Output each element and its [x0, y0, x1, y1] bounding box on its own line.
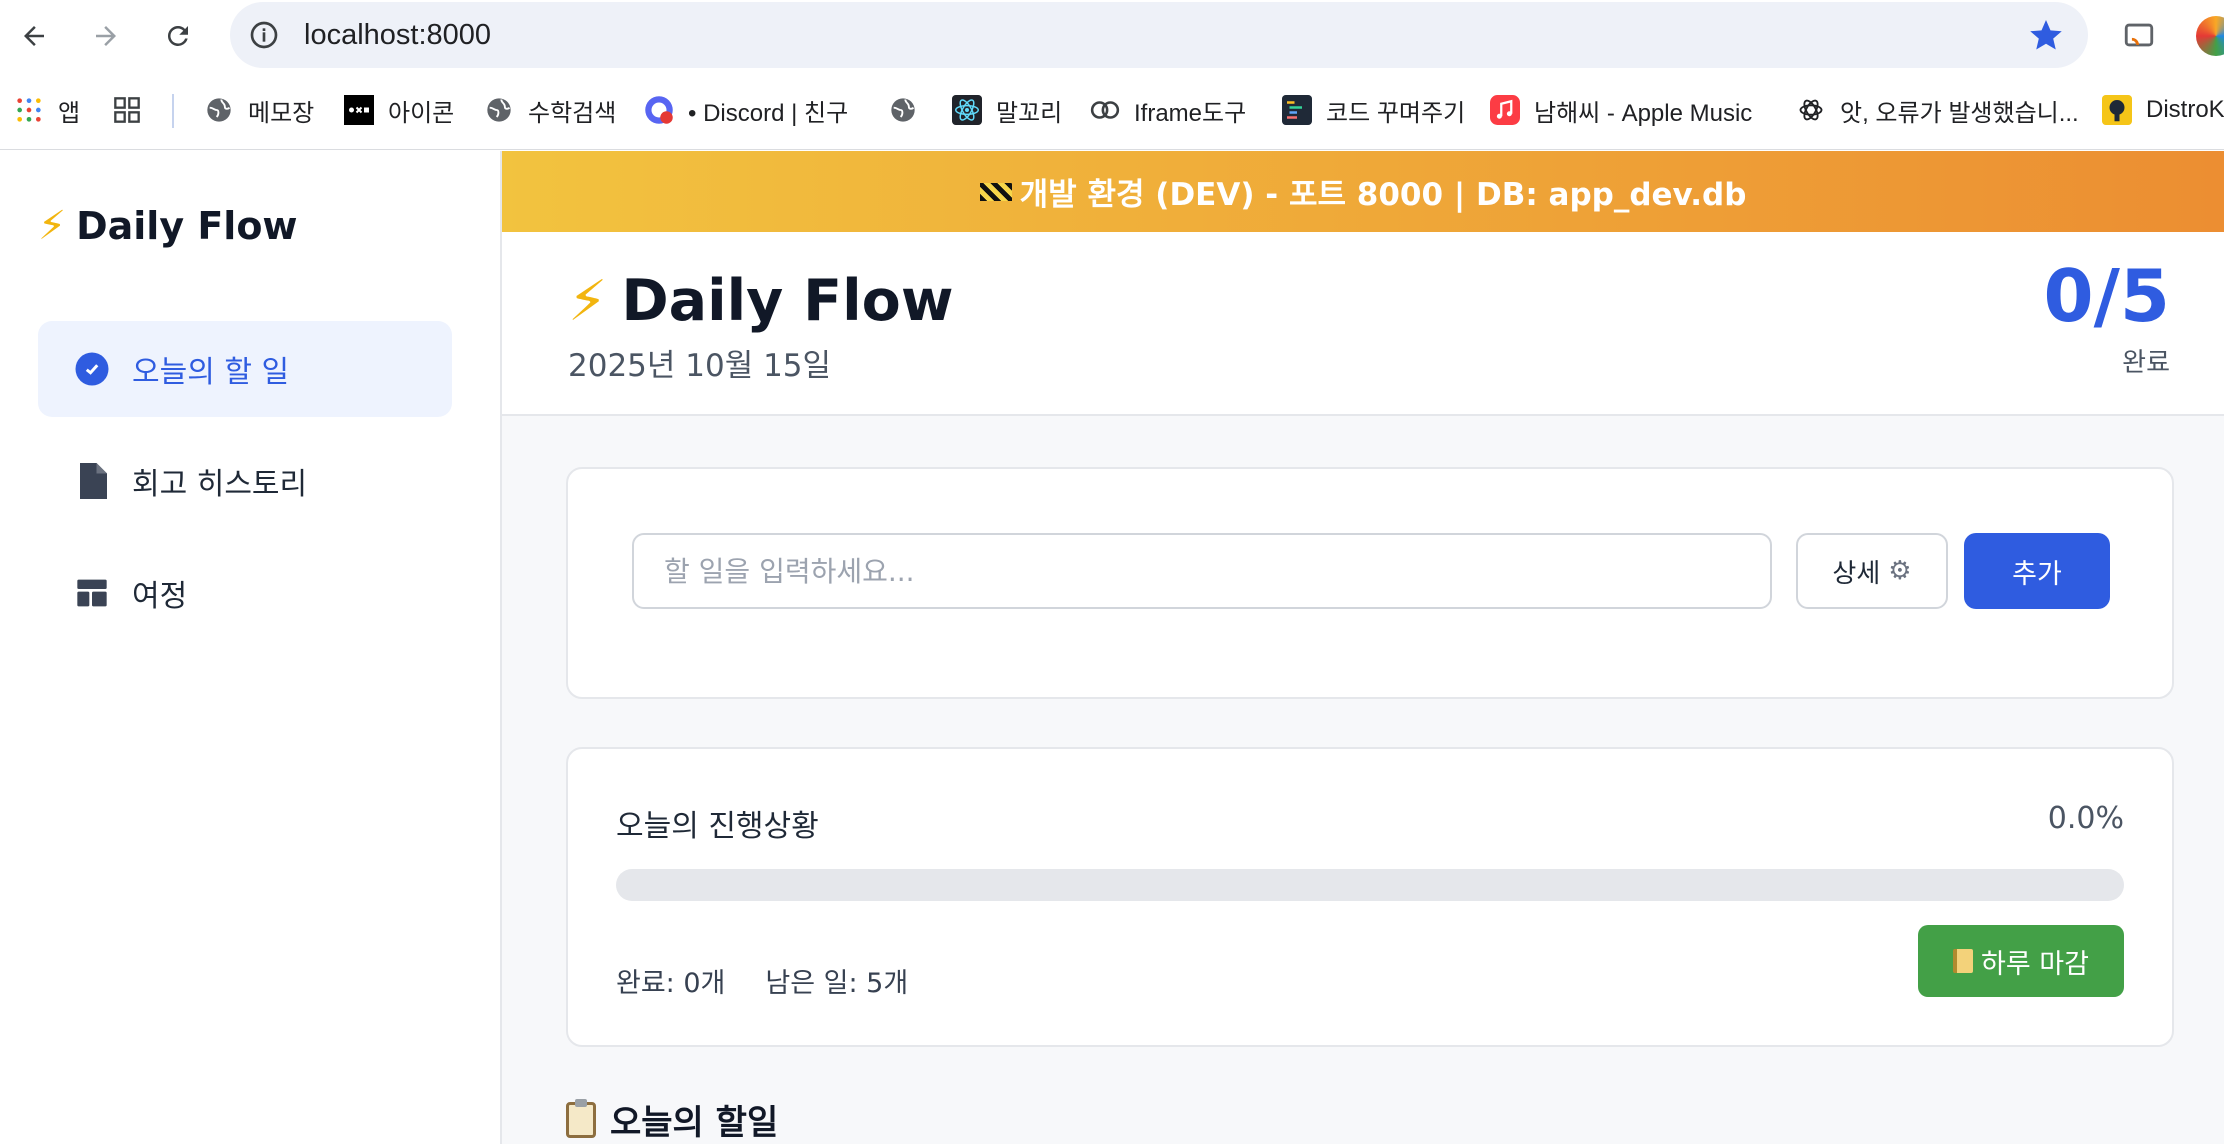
gear-icon: ⚙ — [1888, 556, 1912, 586]
progress-bar — [616, 869, 2124, 901]
layout-icon — [74, 575, 110, 611]
task-input[interactable] — [632, 533, 1772, 609]
bookmark-label: 앱 — [58, 99, 81, 127]
bookmark-apple-music[interactable]: 남해씨 - Apple Music — [1490, 72, 1752, 148]
back-arrow-icon — [24, 26, 44, 46]
tasks-section-title-text: 오늘의 할일 — [610, 1103, 779, 1143]
bookmark-label: 남해씨 - Apple Music — [1534, 99, 1753, 127]
bookmarks-separator — [172, 94, 174, 128]
globe-icon — [888, 95, 918, 125]
lightning-icon: ⚡ — [568, 268, 608, 334]
bookmark-label: 말꼬리 — [996, 99, 1063, 127]
construction-icon — [979, 182, 1012, 201]
brand-logo[interactable]: ⚡ Daily Flow — [38, 203, 298, 249]
bookmark-label: 메모장 — [248, 99, 315, 127]
profile-avatar[interactable] — [2196, 16, 2224, 56]
forward-button[interactable] — [84, 14, 128, 58]
detail-button[interactable]: 상세 ⚙ — [1796, 533, 1948, 609]
bookmark-label: Iframe도구 — [1134, 99, 1247, 127]
lightning-icon: ⚡ — [38, 203, 67, 249]
bookmark-label: • Discord | 친구 — [688, 99, 849, 127]
brand-name: Daily Flow — [76, 204, 298, 248]
sidebar-item-today-tasks[interactable]: 오늘의 할 일 — [38, 321, 452, 417]
apps-grid-icon — [14, 95, 44, 125]
page-title: ⚡ Daily Flow — [568, 268, 953, 334]
dev-environment-banner: 개발 환경 (DEV) - 포트 8000 | DB: app_dev.db — [502, 151, 2224, 232]
bookmark-apps[interactable]: 앱 — [14, 72, 80, 148]
detail-button-label: 상세 — [1832, 558, 1881, 589]
bookmark-malkkori[interactable]: 말꼬리 — [952, 72, 1062, 148]
progress-card: 오늘의 진행상황 0.0% 완료: 0개 남은 일: 5개 하루 마감 — [566, 747, 2174, 1047]
bookmark-label: 아이콘 — [388, 99, 455, 127]
bookmark-icons[interactable]: 아이콘 — [344, 72, 454, 148]
sidebar-item-label: 회고 히스토리 — [132, 467, 308, 502]
add-task-card: 상세 ⚙ 추가 — [566, 467, 2174, 699]
sidebar-item-label: 오늘의 할 일 — [132, 355, 290, 390]
rings-icon — [1090, 95, 1120, 125]
page-header: ⚡ Daily Flow 2025년 10월 15일 0/5 완료 — [502, 232, 2224, 416]
bookmark-iframe-tool[interactable]: Iframe도구 — [1090, 72, 1246, 148]
progress-percent: 0.0% — [2047, 801, 2124, 836]
sidebar: ⚡ Daily Flow 오늘의 할 일 회고 히스토리 여정 — [0, 151, 502, 1144]
remaining-count: 남은 일: 5개 — [765, 968, 909, 999]
bookmark-error-page[interactable]: 앗, 오류가 발생했습니... — [1796, 72, 2079, 148]
notebook-icon — [1953, 949, 1974, 973]
openai-icon — [1796, 95, 1826, 125]
close-day-label: 하루 마감 — [1981, 948, 2089, 980]
reload-icon — [167, 25, 188, 46]
add-button-label: 추가 — [2012, 558, 2062, 590]
tasks-section-title: 오늘의 할일 — [566, 1095, 778, 1144]
discord-icon — [644, 95, 674, 125]
close-day-button[interactable]: 하루 마감 — [1918, 925, 2124, 997]
browser-toolbar: localhost:8000 — [0, 0, 2224, 72]
bookmark-math-search[interactable]: 수학검색 — [484, 72, 616, 148]
globe-icon — [204, 95, 234, 125]
bookmark-discord[interactable]: • Discord | 친구 — [644, 72, 848, 148]
bookmark-label: 수학검색 — [528, 99, 617, 127]
bookmark-globe[interactable] — [888, 72, 932, 148]
music-icon — [1490, 95, 1520, 125]
completion-count-label: 완료 — [2122, 348, 2170, 378]
page-title-text: Daily Flow — [621, 268, 954, 334]
bookmarks-bar: 앱 메모장 아이콘 수학검색 • Discord | 친구 말꼬리 Iframe… — [0, 72, 2224, 150]
icon-site-icon — [344, 95, 374, 125]
bookmark-star-icon[interactable] — [2028, 17, 2064, 53]
page-date: 2025년 10월 15일 — [568, 348, 832, 384]
reload-button[interactable] — [156, 14, 200, 58]
sidebar-item-retro-history[interactable]: 회고 히스토리 — [38, 433, 452, 529]
url-text[interactable]: localhost:8000 — [304, 2, 491, 68]
completed-count: 완료: 0개 — [616, 968, 726, 999]
add-task-button[interactable]: 추가 — [1964, 533, 2110, 609]
bookmark-distrokid[interactable]: DistroKi — [2102, 72, 2224, 148]
forward-arrow-icon — [96, 26, 116, 46]
bookmark-label: 코드 꾸며주기 — [1326, 99, 1466, 127]
sidebar-item-journey[interactable]: 여정 — [38, 545, 452, 641]
distrokid-icon — [2102, 95, 2132, 125]
site-info-icon[interactable] — [248, 19, 280, 51]
globe-icon — [484, 95, 514, 125]
bookmark-tab-groups[interactable] — [112, 72, 156, 148]
cast-icon[interactable] — [2122, 18, 2156, 52]
progress-stats: 완료: 0개 남은 일: 5개 — [616, 961, 908, 1000]
check-circle-icon — [74, 351, 110, 387]
progress-title: 오늘의 진행상황 — [616, 809, 819, 844]
bookmark-memo[interactable]: 메모장 — [204, 72, 314, 148]
react-icon — [952, 95, 982, 125]
main-content: 개발 환경 (DEV) - 포트 8000 | DB: app_dev.db ⚡… — [502, 151, 2224, 1144]
document-icon — [74, 463, 110, 499]
bookmark-label: DistroKi — [2146, 96, 2224, 123]
bookmark-label: 앗, 오류가 발생했습니... — [1840, 99, 2079, 127]
code-icon — [1282, 95, 1312, 125]
clipboard-icon — [566, 1098, 596, 1138]
address-bar[interactable]: localhost:8000 — [230, 2, 2088, 68]
banner-text: 개발 환경 (DEV) - 포트 8000 | DB: app_dev.db — [1019, 177, 1747, 213]
bookmark-code-beautify[interactable]: 코드 꾸며주기 — [1282, 72, 1465, 148]
sidebar-item-label: 여정 — [132, 579, 188, 614]
tab-groups-icon — [112, 95, 142, 125]
back-button[interactable] — [12, 14, 56, 58]
completion-count: 0/5 — [2043, 254, 2171, 338]
